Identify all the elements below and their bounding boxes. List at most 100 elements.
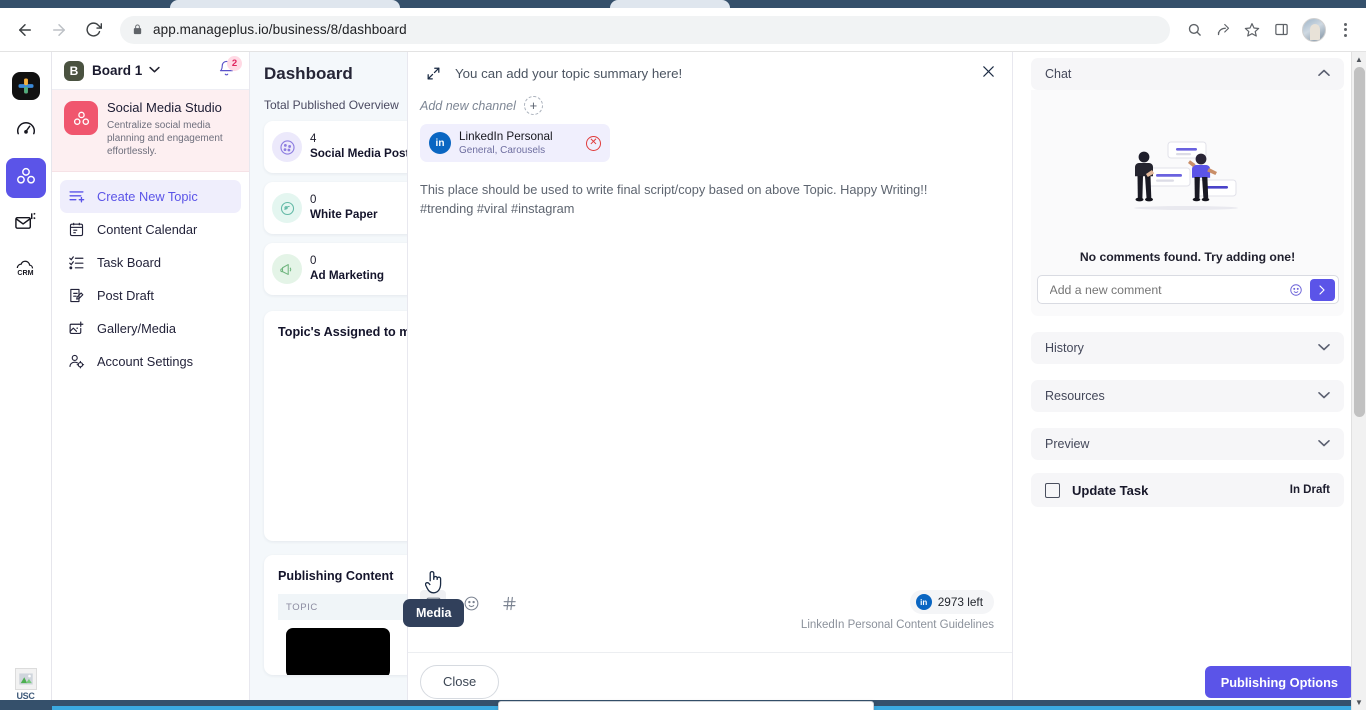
search-icon[interactable] <box>1181 17 1207 43</box>
chat-empty-message: No comments found. Try adding one! <box>1079 250 1296 264</box>
publishing-content-card: Publishing Content TOPIC <box>264 555 407 675</box>
reload-icon[interactable] <box>78 15 108 45</box>
forward-arrow-icon[interactable] <box>44 15 74 45</box>
accordion-title: Resources <box>1045 389 1105 403</box>
update-task-label: Update Task <box>1072 482 1149 498</box>
rail-bottom-thumb[interactable]: USC <box>13 666 39 701</box>
overview-card-social-media-post[interactable]: 4 Social Media Post <box>264 121 407 173</box>
chevron-down-icon[interactable] <box>1318 343 1330 354</box>
bookmark-star-icon[interactable] <box>1239 17 1265 43</box>
svg-text:CRM: CRM <box>17 268 33 276</box>
back-arrow-icon[interactable] <box>10 15 40 45</box>
character-counter-text: 2973 left <box>937 595 983 609</box>
molecule-icon <box>15 165 37 192</box>
status-badge: In Draft <box>1289 484 1330 496</box>
sidebar-item-label: Create New Topic <box>97 188 198 204</box>
publishing-row-thumbnail[interactable] <box>286 628 390 675</box>
update-task-row[interactable]: Update Task In Draft <box>1031 473 1344 507</box>
rail-item-app-logo[interactable] <box>6 66 46 106</box>
publishing-options-button[interactable]: Publishing Options <box>1204 666 1354 698</box>
publishing-table-header: TOPIC <box>278 594 407 620</box>
chevron-up-icon[interactable] <box>1318 69 1330 80</box>
editor-body-line: This place should be used to write final… <box>420 182 928 197</box>
ad-marketing-icon <box>272 254 302 284</box>
topic-summary-placeholder[interactable]: You can add your topic summary here! <box>455 66 682 81</box>
sidebar-item-post-draft[interactable]: Post Draft <box>60 279 241 312</box>
content-guidelines-link[interactable]: LinkedIn Personal Content Guidelines <box>801 619 994 631</box>
chevron-down-icon[interactable] <box>1318 439 1330 450</box>
checkbox-unchecked-icon[interactable] <box>1045 482 1060 498</box>
task-list-icon <box>68 254 90 271</box>
expand-arrows-icon[interactable] <box>426 66 441 81</box>
address-bar[interactable]: app.manageplus.io/business/8/dashboard <box>120 15 1170 44</box>
overview-label-text: Ad Marketing <box>310 269 385 283</box>
chat-accordion-header[interactable]: Chat <box>1031 58 1344 90</box>
sidebar-item-gallery-media[interactable]: Gallery/Media <box>60 312 241 345</box>
url-text: app.manageplus.io/business/8/dashboard <box>153 22 407 37</box>
studio-card[interactable]: Social Media Studio Centralize social me… <box>52 90 249 172</box>
browser-tab-secondary[interactable] <box>610 0 730 8</box>
close-button[interactable]: Close <box>420 664 500 699</box>
sidebar-item-label: Gallery/Media <box>97 320 176 336</box>
rail-item-social-studio[interactable] <box>5 158 46 198</box>
mouse-cursor-hand <box>424 570 445 601</box>
board-name: Board 1 <box>92 63 143 78</box>
crm-cloud-icon: CRM <box>13 257 39 284</box>
calendar-icon <box>68 221 90 238</box>
board-header[interactable]: B Board 1 2 <box>52 52 249 90</box>
kebab-menu-icon[interactable] <box>1334 17 1356 43</box>
scrollbar-thumb[interactable] <box>1354 67 1365 417</box>
create-topic-icon <box>68 188 90 205</box>
channel-chip-linkedin-personal[interactable]: in LinkedIn Personal General, Carousels … <box>420 124 610 162</box>
sidebar-item-label: Account Settings <box>97 353 194 369</box>
rail-item-speedometer[interactable] <box>6 112 46 152</box>
sidebar-item-create-new-topic[interactable]: Create New Topic <box>60 179 241 213</box>
overview-label: Total Published Overview <box>264 98 399 112</box>
editor-body[interactable]: This place should be used to write final… <box>408 162 1012 590</box>
app-page: CRM USC B Board 1 2 Social Media Studio … <box>0 52 1366 710</box>
image-thumbnail-icon <box>14 668 37 690</box>
notifications-button[interactable]: 2 <box>215 55 242 82</box>
media-tooltip: Media <box>403 599 465 627</box>
sidebar-item-account-settings[interactable]: Account Settings <box>60 345 241 378</box>
colored-plus-logo <box>11 72 40 100</box>
accordion-title: History <box>1045 341 1084 355</box>
linkedin-avatar-icon: in <box>915 594 932 610</box>
molecule-icon <box>64 101 98 135</box>
share-icon[interactable] <box>1210 17 1236 43</box>
emoji-smile-icon[interactable] <box>1289 283 1303 297</box>
page-scrollbar[interactable]: ▲ ▼ <box>1351 52 1366 710</box>
send-arrow-icon[interactable] <box>1309 278 1335 301</box>
rail-item-crm[interactable]: CRM <box>6 250 46 290</box>
hashtag-button[interactable] <box>496 590 522 616</box>
accordion-resources[interactable]: Resources <box>1031 380 1344 412</box>
chat-body: No comments found. Try adding one! <box>1031 90 1344 316</box>
app-sidebar: B Board 1 2 Social Media Studio Centrali… <box>52 52 250 710</box>
sidebar-item-task-board[interactable]: Task Board <box>60 246 241 279</box>
scroll-down-arrow[interactable]: ▼ <box>1352 695 1366 710</box>
scroll-up-arrow[interactable]: ▲ <box>1352 52 1366 67</box>
studio-title: Social Media Studio <box>107 100 222 115</box>
plus-icon[interactable]: + <box>523 96 543 115</box>
accordion-history[interactable]: History <box>1031 332 1344 364</box>
chevron-down-icon[interactable] <box>149 65 160 76</box>
accordion-title: Preview <box>1045 437 1090 451</box>
notification-count-badge: 2 <box>227 55 242 71</box>
sidebar-item-content-calendar[interactable]: Content Calendar <box>60 213 241 246</box>
editor-toolbar: in 2973 left LinkedIn Personal Content G… <box>408 590 1012 652</box>
account-settings-icon <box>68 353 90 370</box>
chat-input-row[interactable] <box>1036 275 1339 304</box>
accordion-preview[interactable]: Preview <box>1031 428 1344 460</box>
close-icon[interactable] <box>981 64 996 82</box>
browser-tab[interactable] <box>170 0 400 8</box>
remove-circle-icon[interactable]: ✕ <box>586 135 601 151</box>
overview-card-ad-marketing[interactable]: 0 Ad Marketing <box>264 243 407 295</box>
linkedin-avatar-icon: in <box>429 132 451 154</box>
rail-item-campaigns[interactable] <box>6 204 46 244</box>
gallery-add-icon <box>68 320 90 337</box>
chevron-down-icon[interactable] <box>1318 391 1330 402</box>
side-panel-icon[interactable] <box>1268 17 1294 43</box>
chat-input[interactable] <box>1049 282 1289 297</box>
profile-avatar[interactable] <box>1302 17 1326 42</box>
overview-card-white-paper[interactable]: 0 White Paper <box>264 182 407 234</box>
